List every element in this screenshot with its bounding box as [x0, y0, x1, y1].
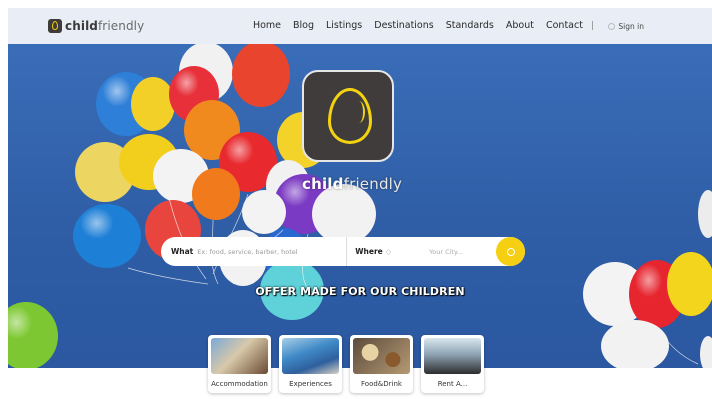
nav-separator: | — [590, 20, 594, 31]
food-drink-thumbnail — [353, 338, 410, 374]
sign-in-label: Sign in — [618, 22, 644, 31]
nav-home[interactable]: Home — [253, 20, 281, 31]
logo-text-light: friendly — [97, 19, 145, 33]
search-divider — [346, 237, 348, 266]
category-card-food-drink[interactable]: Food&Drink — [350, 335, 413, 393]
where-label: Where — [355, 247, 383, 256]
what-input[interactable]: Ex: food, service, barber, hotel — [197, 248, 327, 256]
nav-destinations[interactable]: Destinations — [374, 20, 433, 31]
hero-banner: childfriendly What Ex: food, service, ba… — [8, 44, 712, 368]
category-label: Rent A... — [437, 380, 468, 388]
hero-tagline: OFFER MADE FOR OUR CHILDREN — [255, 285, 465, 298]
logo-text-bold: child — [65, 19, 98, 33]
app-logo-icon — [302, 70, 394, 162]
where-input[interactable]: Your City... — [429, 248, 463, 256]
nav-listings[interactable]: Listings — [326, 20, 362, 31]
accommodation-thumbnail — [211, 338, 268, 374]
hero-brand-bold: child — [302, 175, 344, 193]
category-cards: Accommodation Experiences Food&Drink Ren… — [208, 335, 484, 393]
nav-about[interactable]: About — [506, 20, 534, 31]
what-label: What — [171, 247, 194, 256]
category-card-experiences[interactable]: Experiences — [279, 335, 342, 393]
location-pin-icon[interactable]: ◇ — [386, 248, 391, 256]
site-logo[interactable]: childfriendly — [48, 18, 144, 34]
user-icon — [608, 23, 616, 30]
hero-brand-wordmark: childfriendly — [302, 175, 402, 193]
rent-thumbnail — [424, 338, 481, 374]
nav-standards[interactable]: Standards — [446, 20, 494, 31]
sign-in-link[interactable]: Sign in — [608, 22, 644, 31]
nav-contact[interactable]: Contact — [546, 20, 583, 31]
category-card-accommodation[interactable]: Accommodation — [208, 335, 271, 393]
top-nav-bar: childfriendly Home Blog Listings Destina… — [8, 8, 712, 44]
category-label: Experiences — [289, 380, 332, 388]
nav-blog[interactable]: Blog — [293, 20, 314, 31]
search-bar: What Ex: food, service, barber, hotel Wh… — [161, 237, 525, 266]
hero-brand-light: friendly — [343, 175, 403, 193]
category-label: Food&Drink — [361, 380, 402, 388]
category-card-rent[interactable]: Rent A... — [421, 335, 484, 393]
egg-logo-icon — [48, 19, 62, 33]
search-button[interactable] — [496, 237, 525, 266]
page: childfriendly Home Blog Listings Destina… — [8, 8, 712, 399]
main-nav: Home Blog Listings Destinations Standard… — [253, 20, 646, 31]
egg-icon — [328, 88, 372, 144]
experiences-thumbnail — [282, 338, 339, 374]
category-label: Accommodation — [211, 380, 268, 388]
